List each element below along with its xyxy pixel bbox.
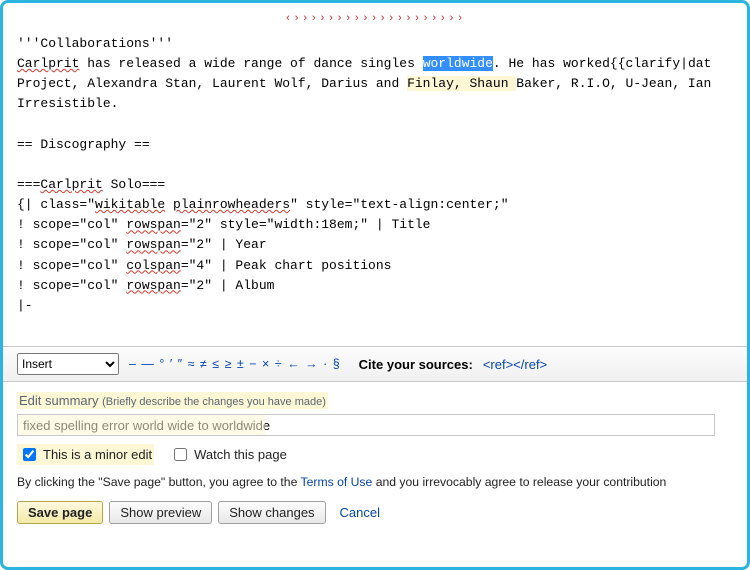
blank-1 [17, 115, 733, 135]
line-solo: ===Carlprit Solo=== [17, 175, 733, 195]
highlight-worldwide: worldwide [423, 56, 493, 71]
show-preview-button[interactable]: Show preview [109, 501, 212, 524]
insert-select[interactable]: Insert [17, 353, 119, 375]
line-body1: Carlprit has released a wide range of da… [17, 54, 733, 74]
checkbox-row: This is a minor edit Watch this page [3, 436, 747, 469]
cancel-link[interactable]: Cancel [340, 505, 380, 520]
highlight-names: Finlay, Shaun [407, 76, 516, 91]
edit-summary-block: Edit summary (Briefly describe the chang… [3, 382, 747, 436]
line-irr: Irresistible. [17, 94, 733, 114]
line-t3: ! scope="col" colspan="4" | Peak chart p… [17, 256, 733, 276]
cite-label: Cite your sources: [359, 357, 473, 372]
name-carlprit: Carlprit [17, 56, 79, 71]
save-page-button[interactable]: Save page [17, 501, 103, 524]
watch-page-label[interactable]: Watch this page [170, 445, 287, 464]
symbol-list[interactable]: – — ° ′ ″ ≈ ≠ ≤ ≥ ± − × ÷ ← → · § [129, 357, 341, 371]
line-tblopen: {| class="wikitable plainrowheaders" sty… [17, 195, 733, 215]
watch-page-checkbox[interactable] [174, 448, 187, 461]
artifact-top: ‹›››››››››››››››››››› [265, 11, 485, 28]
edit-summary-label: Edit summary [19, 393, 98, 408]
line-body2: Project, Alexandra Stan, Laurent Wolf, D… [17, 74, 733, 94]
line-row: |- [17, 296, 733, 316]
show-changes-button[interactable]: Show changes [218, 501, 325, 524]
edit-summary-input[interactable] [17, 414, 715, 436]
action-buttons: Save page Show preview Show changes Canc… [3, 495, 747, 536]
minor-edit-checkbox[interactable] [23, 448, 36, 461]
line-t2: ! scope="col" rowspan="2" | Year [17, 235, 733, 255]
insert-toolbar: Insert – — ° ′ ″ ≈ ≠ ≤ ≥ ± − × ÷ ← → · §… [3, 346, 747, 382]
line-collab: '''Collaborations''' [17, 34, 733, 54]
wikitext-editor[interactable]: ‹›››››››››››››››››››› '''Collaborations'… [3, 3, 747, 346]
line-t4: ! scope="col" rowspan="2" | Album [17, 276, 733, 296]
selection-worldwide: worldwide [423, 56, 493, 71]
line-disc: == Discography == [17, 135, 733, 155]
terms-link[interactable]: Terms of Use [301, 475, 373, 489]
minor-edit-label[interactable]: This is a minor edit [19, 445, 152, 464]
edit-summary-note: (Briefly describe the changes you have m… [102, 396, 326, 408]
terms-notice: By clicking the "Save page" button, you … [3, 469, 747, 495]
editor-frame: ‹›››››››››››››››››››› '''Collaborations'… [0, 0, 750, 570]
cite-ref-link[interactable]: <ref></ref> [483, 357, 547, 372]
blank-2 [17, 155, 733, 175]
line-t1: ! scope="col" rowspan="2" style="width:1… [17, 215, 733, 235]
